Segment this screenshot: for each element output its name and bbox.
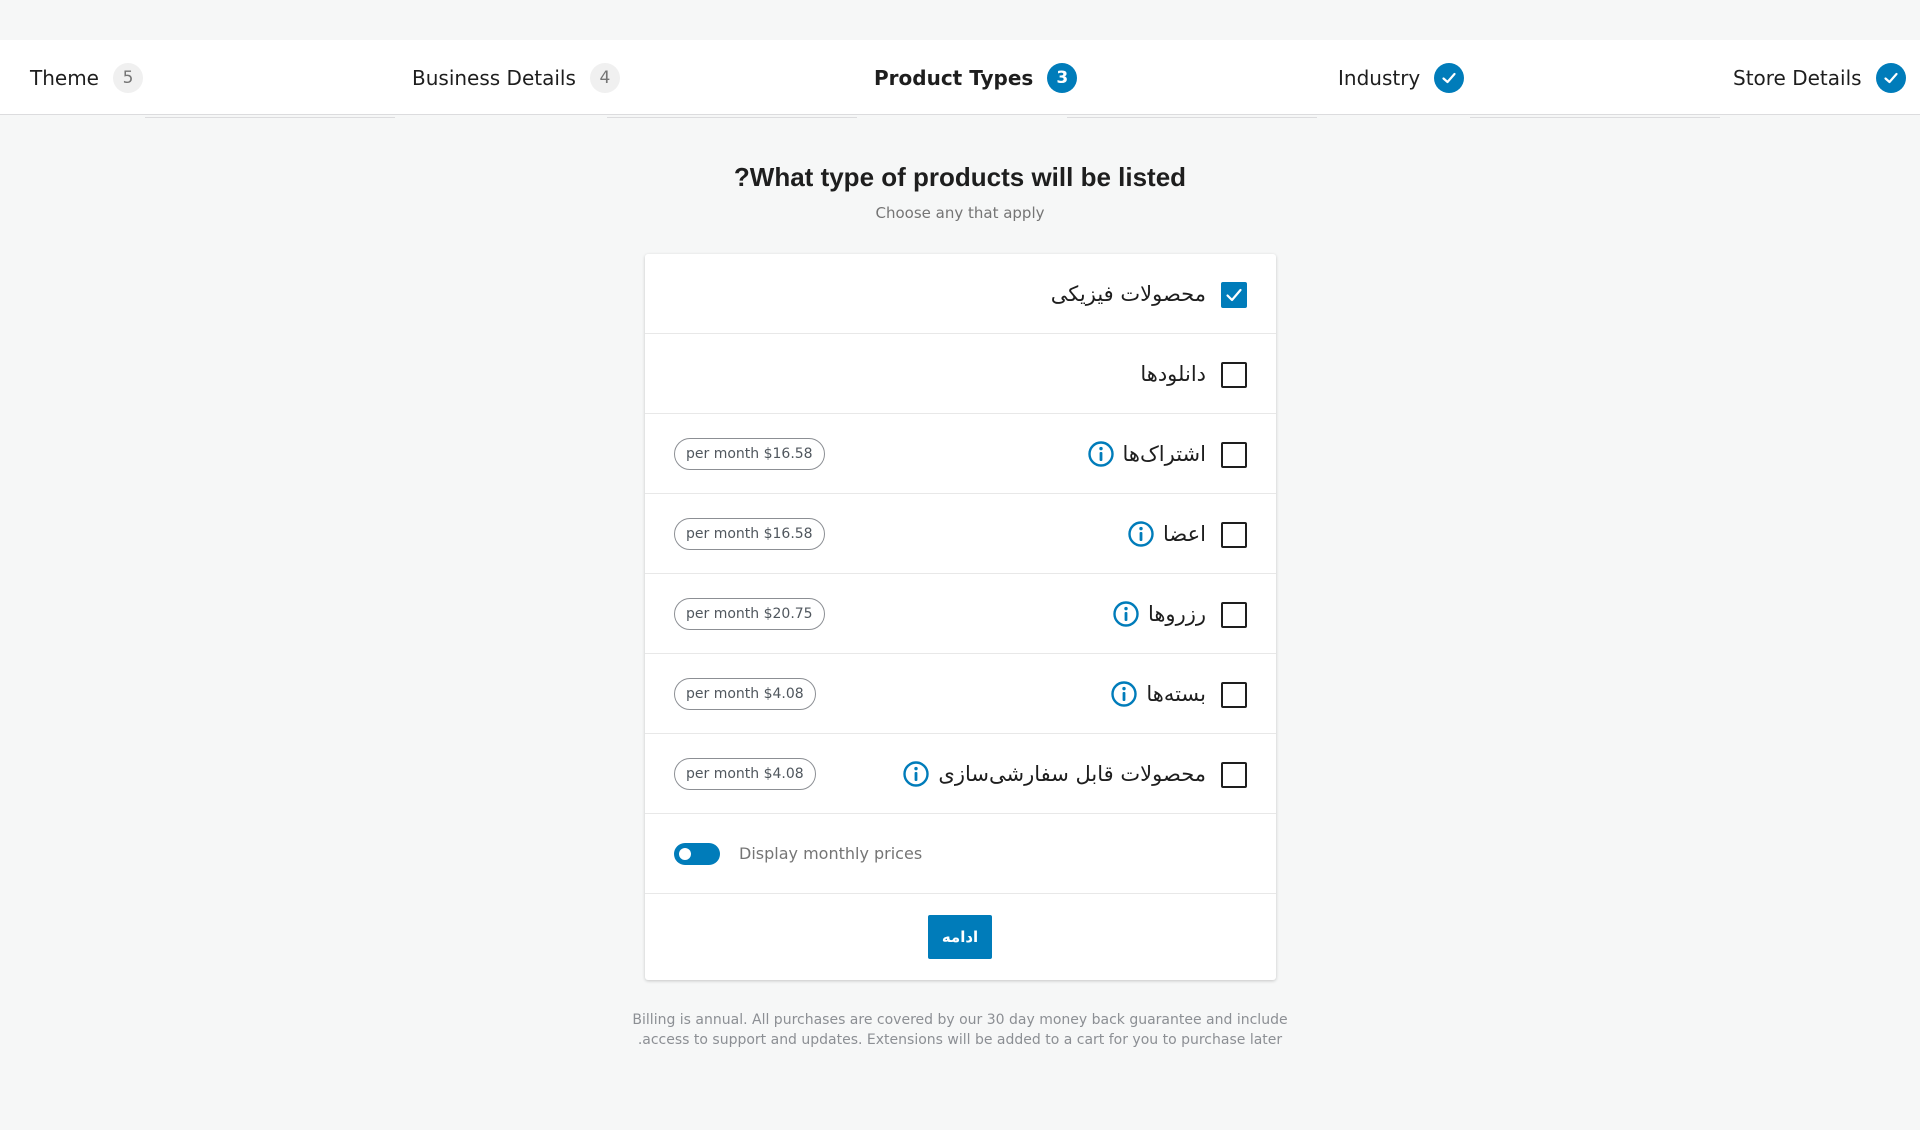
checkbox[interactable] <box>1221 522 1247 548</box>
step-connector <box>1067 117 1317 118</box>
product-type-row[interactable]: دانلودها <box>645 334 1276 414</box>
product-type-label: اشتراک‌ها <box>1122 442 1206 466</box>
product-type-row[interactable]: per month $20.75 رزروها <box>645 574 1276 654</box>
page-title: ?What type of products will be listed <box>733 162 1187 192</box>
checkmark-icon <box>1434 62 1465 93</box>
product-type-label-group: اشتراک‌ها <box>1087 414 1206 494</box>
step-industry[interactable]: Industry <box>1338 40 1465 115</box>
price-badge: per month $20.75 <box>674 598 825 630</box>
step-industry-label: Industry <box>1338 65 1421 90</box>
toggle-knob <box>679 848 691 860</box>
price-badge: per month $4.08 <box>674 678 816 710</box>
setup-stepper: Theme 5 Business Details 4 Product Types… <box>0 40 1920 118</box>
product-types-card: محصولات فیزیکی دانلودها per month $16.58… <box>645 254 1276 980</box>
checkbox[interactable] <box>1221 362 1247 388</box>
info-icon[interactable] <box>1112 600 1140 628</box>
step-product-types-label: Product Types <box>874 65 1034 90</box>
checkbox-checked-icon[interactable] <box>1221 282 1247 308</box>
checkbox[interactable] <box>1221 762 1247 788</box>
product-type-row[interactable]: per month $4.08 بسته‌ها <box>645 654 1276 734</box>
step-theme-number: 5 <box>112 62 143 93</box>
billing-footnote-line: Billing is annual. All purchases are cov… <box>632 1012 1288 1028</box>
product-type-label: بسته‌ها <box>1146 682 1206 706</box>
product-type-label: رزروها <box>1147 602 1206 626</box>
product-type-row[interactable]: محصولات فیزیکی <box>645 254 1276 334</box>
info-icon[interactable] <box>902 760 930 788</box>
checkbox[interactable] <box>1221 682 1247 708</box>
product-type-label-group: اعضا <box>1127 494 1206 574</box>
product-type-label-group: محصولات فیزیکی <box>1051 254 1206 334</box>
product-type-label-group: محصولات قابل سفارشی‌سازی <box>902 734 1206 814</box>
step-business-details-label: Business Details <box>412 65 576 90</box>
info-icon[interactable] <box>1127 520 1155 548</box>
billing-footnote: Billing is annual. All purchases are cov… <box>0 1010 1920 1050</box>
product-type-label-group: دانلودها <box>1140 334 1206 414</box>
product-type-row[interactable]: per month $4.08 محصولات قابل سفارشی‌سازی <box>645 734 1276 814</box>
step-connector <box>145 117 395 118</box>
monthly-prices-label: Display monthly prices <box>739 844 923 863</box>
product-type-label-group: رزروها <box>1112 574 1206 654</box>
price-badge: per month $16.58 <box>674 438 825 470</box>
monthly-prices-toggle-row: Display monthly prices <box>645 814 1276 894</box>
step-store-details-label: Store Details <box>1733 65 1862 90</box>
button-row: ادامه <box>645 894 1276 979</box>
continue-button[interactable]: ادامه <box>928 915 992 959</box>
checkbox[interactable] <box>1221 442 1247 468</box>
product-type-label: محصولات قابل سفارشی‌سازی <box>938 762 1206 786</box>
product-type-label: اعضا <box>1163 522 1206 546</box>
page-subtitle: Choose any that apply <box>875 204 1045 222</box>
price-badge: per month $4.08 <box>674 758 816 790</box>
product-type-row[interactable]: per month $16.58 اعضا <box>645 494 1276 574</box>
info-icon[interactable] <box>1110 680 1138 708</box>
step-store-details[interactable]: Store Details <box>1733 40 1906 115</box>
step-product-types[interactable]: Product Types 3 <box>874 40 1078 115</box>
step-business-details-number: 4 <box>589 62 620 93</box>
step-connector <box>1470 117 1720 118</box>
checkbox[interactable] <box>1221 602 1247 628</box>
product-type-label: دانلودها <box>1140 362 1206 386</box>
product-type-row[interactable]: per month $16.58 اشتراک‌ها <box>645 414 1276 494</box>
checkmark-icon <box>1875 62 1906 93</box>
step-product-types-number: 3 <box>1047 62 1078 93</box>
product-type-label-group: بسته‌ها <box>1110 654 1206 734</box>
step-business-details[interactable]: Business Details 4 <box>412 40 620 115</box>
step-connector <box>607 117 857 118</box>
price-badge: per month $16.58 <box>674 518 825 550</box>
product-type-label: محصولات فیزیکی <box>1050 282 1206 306</box>
step-theme-label: Theme <box>30 65 99 90</box>
step-theme[interactable]: Theme 5 <box>30 40 143 115</box>
monthly-prices-toggle[interactable] <box>674 843 720 865</box>
billing-footnote-line: .access to support and updates. Extensio… <box>637 1032 1283 1048</box>
info-icon[interactable] <box>1087 440 1115 468</box>
